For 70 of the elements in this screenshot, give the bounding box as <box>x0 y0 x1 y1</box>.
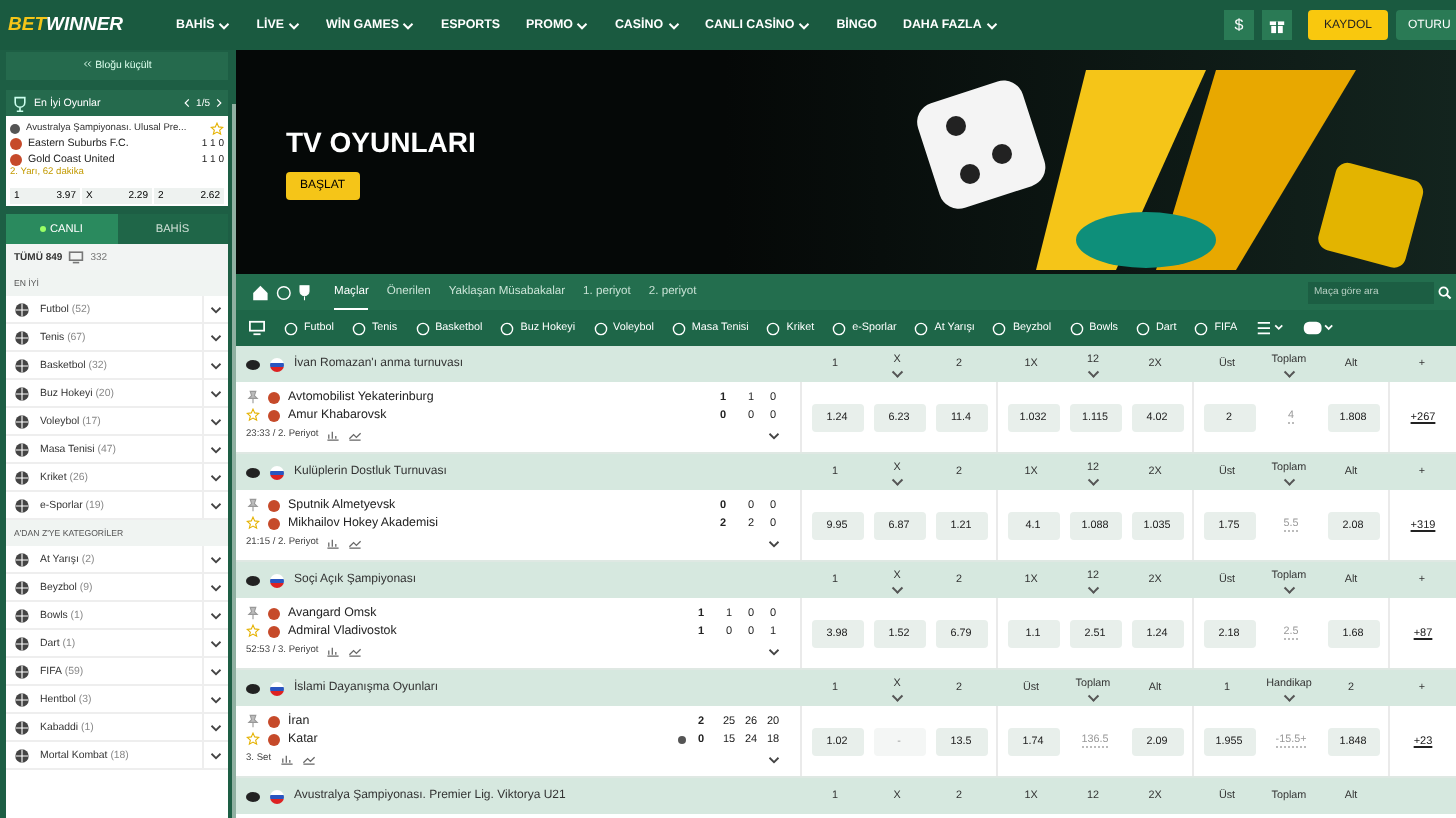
chart-icon[interactable] <box>279 753 294 765</box>
chevron-icon <box>210 361 222 369</box>
caret-icon <box>218 21 231 29</box>
star-icon[interactable] <box>246 624 260 638</box>
caret-icon <box>667 21 680 29</box>
double-chevron-icon <box>82 60 93 68</box>
caret-icon <box>798 21 811 29</box>
chevron-icon <box>210 723 222 731</box>
pin-icon[interactable] <box>246 714 260 728</box>
expand-caret-icon[interactable] <box>768 647 780 655</box>
flag-icon <box>270 465 284 479</box>
chevron-icon <box>210 417 222 425</box>
sport-icon <box>246 683 260 693</box>
flag-icon <box>270 573 284 587</box>
chevron-icon <box>210 695 222 703</box>
chevron-icon <box>210 389 222 397</box>
chevron-icon <box>210 611 222 619</box>
flag-icon <box>270 357 284 371</box>
chart-icon[interactable] <box>326 537 341 549</box>
logo[interactable]: BETWINNER <box>8 14 176 36</box>
sport-icon <box>246 575 260 585</box>
pin-icon[interactable] <box>246 606 260 620</box>
gift-icon <box>1268 16 1286 34</box>
banner-title: TV OYUNLARI <box>286 125 478 157</box>
gamepad-icon[interactable] <box>1301 320 1334 336</box>
monitor-icon[interactable] <box>248 320 266 336</box>
chevron-icon <box>210 445 222 453</box>
chart-icon[interactable] <box>301 753 316 765</box>
star-icon[interactable] <box>246 408 260 422</box>
expand-caret-icon[interactable] <box>768 539 780 547</box>
chart-icon[interactable] <box>348 537 363 549</box>
star-icon[interactable] <box>210 121 224 135</box>
sport-icon <box>246 791 260 801</box>
expand-caret-icon[interactable] <box>768 755 780 763</box>
caret-icon <box>402 21 415 29</box>
currency-button[interactable]: $ <box>1224 10 1254 40</box>
pin-icon[interactable] <box>246 390 260 404</box>
chart-icon[interactable] <box>326 429 341 441</box>
chevron-icon <box>210 555 222 563</box>
star-icon[interactable] <box>246 732 260 746</box>
flag-icon <box>270 789 284 803</box>
expand-caret-icon[interactable] <box>768 431 780 439</box>
gift-button[interactable] <box>1262 10 1292 40</box>
caret-icon <box>288 21 301 29</box>
caret-icon <box>985 21 998 29</box>
chevron-icon <box>210 305 222 313</box>
sport-icon <box>246 467 260 477</box>
chevron-left-icon[interactable] <box>184 98 191 108</box>
scrollbar[interactable] <box>232 104 236 818</box>
chevron-icon <box>210 667 222 675</box>
chevron-icon <box>210 501 222 509</box>
chart-icon[interactable] <box>326 645 341 657</box>
search-icon <box>1438 285 1452 299</box>
trophy-icon <box>12 95 28 111</box>
chevron-icon <box>210 473 222 481</box>
chevron-icon <box>210 751 222 759</box>
menu-icon[interactable] <box>1255 320 1284 336</box>
pin-icon[interactable] <box>246 498 260 512</box>
chart-icon[interactable] <box>348 645 363 657</box>
chart-icon[interactable] <box>348 429 363 441</box>
chevron-icon <box>210 583 222 591</box>
chevron-icon <box>210 639 222 647</box>
chevron-right-icon[interactable] <box>216 98 222 108</box>
caret-icon <box>576 21 589 29</box>
flag-icon <box>270 681 284 695</box>
sport-icon <box>246 359 260 369</box>
star-icon[interactable] <box>246 516 260 530</box>
breadcrumb-icon[interactable] <box>248 283 316 301</box>
chevron-icon <box>210 333 222 341</box>
monitor-icon <box>68 250 85 264</box>
